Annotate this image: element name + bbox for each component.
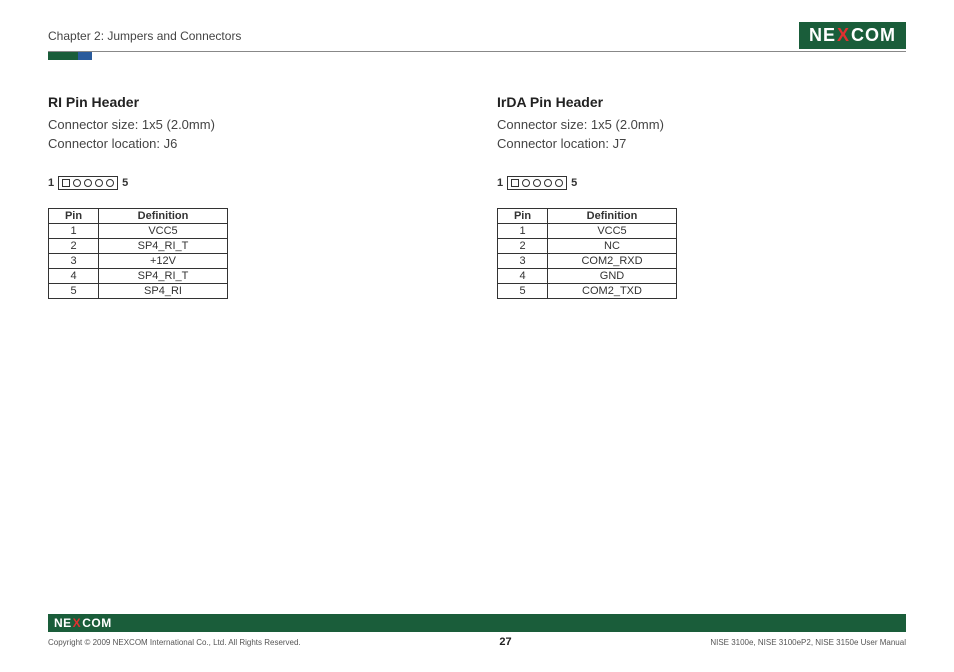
cell-def: SP4_RI_T [99, 238, 228, 253]
logo-text-post: COM [851, 25, 896, 46]
pin-5-icon [106, 179, 114, 187]
pin-2-icon [73, 179, 81, 187]
footer-text-row: Copyright © 2009 NEXCOM International Co… [48, 636, 906, 648]
nexcom-logo: NEXCOM [799, 22, 906, 49]
cell-pin: 3 [498, 253, 548, 268]
irda-pin-label-1: 1 [497, 177, 503, 189]
pin-4-icon [544, 179, 552, 187]
table-row: 4SP4_RI_T [49, 268, 228, 283]
cell-pin: 5 [49, 283, 99, 298]
logo-text-x: X [837, 25, 850, 46]
ri-pin-box [58, 176, 118, 190]
table-row: 2NC [498, 238, 677, 253]
irda-header-desc: Connector size: 1x5 (2.0mm) Connector lo… [497, 116, 906, 154]
cell-def: COM2_TXD [548, 283, 677, 298]
ri-header-desc: Connector size: 1x5 (2.0mm) Connector lo… [48, 116, 457, 154]
cell-pin: 3 [49, 253, 99, 268]
cell-pin: 2 [49, 238, 99, 253]
ri-connector-size: Connector size: 1x5 (2.0mm) [48, 116, 457, 135]
irda-pin-diagram: 1 5 [497, 176, 906, 190]
manual-title: NISE 3100e, NISE 3100eP2, NISE 3150e Use… [710, 638, 906, 647]
irda-connector-location: Connector location: J7 [497, 135, 906, 154]
col-definition: Definition [548, 208, 677, 223]
irda-connector-size: Connector size: 1x5 (2.0mm) [497, 116, 906, 135]
ri-header-title: RI Pin Header [48, 94, 457, 110]
ri-pin-label-1: 1 [48, 177, 54, 189]
footer-squares-icon [888, 614, 906, 632]
ri-connector-location: Connector location: J6 [48, 135, 457, 154]
pin-1-icon [62, 179, 70, 187]
table-row: 1VCC5 [49, 223, 228, 238]
irda-pin-label-5: 5 [571, 177, 577, 189]
table-row: 5SP4_RI [49, 283, 228, 298]
logo-text-pre: NE [809, 25, 836, 46]
cell-def: +12V [99, 253, 228, 268]
table-header-row: Pin Definition [498, 208, 677, 223]
cell-pin: 2 [498, 238, 548, 253]
ri-pin-table: Pin Definition 1VCC5 2SP4_RI_T 3+12V 4SP… [48, 208, 228, 299]
pin-3-icon [533, 179, 541, 187]
pin-5-icon [555, 179, 563, 187]
cell-pin: 4 [498, 268, 548, 283]
cell-pin: 5 [498, 283, 548, 298]
cell-pin: 1 [498, 223, 548, 238]
pin-3-icon [84, 179, 92, 187]
col-pin: Pin [49, 208, 99, 223]
accent-blue [78, 52, 92, 60]
ri-pin-label-5: 5 [122, 177, 128, 189]
footer-bar: NEXCOM [48, 614, 906, 632]
col-pin: Pin [498, 208, 548, 223]
table-row: 4GND [498, 268, 677, 283]
pin-2-icon [522, 179, 530, 187]
table-row: 5COM2_TXD [498, 283, 677, 298]
logo-text-x: X [73, 616, 82, 630]
left-column: RI Pin Header Connector size: 1x5 (2.0mm… [48, 94, 457, 299]
cell-pin: 1 [49, 223, 99, 238]
cell-def: NC [548, 238, 677, 253]
irda-pin-box [507, 176, 567, 190]
cell-def: SP4_RI_T [99, 268, 228, 283]
cell-def: VCC5 [548, 223, 677, 238]
pin-1-icon [511, 179, 519, 187]
irda-header-title: IrDA Pin Header [497, 94, 906, 110]
logo-text-post: COM [82, 616, 112, 630]
page-header: Chapter 2: Jumpers and Connectors NEXCOM [48, 22, 906, 52]
cell-def: VCC5 [99, 223, 228, 238]
cell-pin: 4 [49, 268, 99, 283]
nexcom-logo-footer: NEXCOM [54, 616, 112, 630]
table-row: 2SP4_RI_T [49, 238, 228, 253]
header-tab-accent [48, 52, 906, 60]
cell-def: COM2_RXD [548, 253, 677, 268]
irda-pin-table: Pin Definition 1VCC5 2NC 3COM2_RXD 4GND … [497, 208, 677, 299]
cell-def: SP4_RI [99, 283, 228, 298]
copyright-text: Copyright © 2009 NEXCOM International Co… [48, 638, 301, 647]
accent-green [48, 52, 78, 60]
content-columns: RI Pin Header Connector size: 1x5 (2.0mm… [48, 94, 906, 299]
col-definition: Definition [99, 208, 228, 223]
pin-4-icon [95, 179, 103, 187]
table-row: 3+12V [49, 253, 228, 268]
page-number: 27 [499, 636, 511, 648]
table-row: 3COM2_RXD [498, 253, 677, 268]
chapter-title: Chapter 2: Jumpers and Connectors [48, 29, 241, 43]
table-header-row: Pin Definition [49, 208, 228, 223]
logo-text-pre: NE [54, 616, 72, 630]
ri-pin-diagram: 1 5 [48, 176, 457, 190]
right-column: IrDA Pin Header Connector size: 1x5 (2.0… [497, 94, 906, 299]
cell-def: GND [548, 268, 677, 283]
table-row: 1VCC5 [498, 223, 677, 238]
